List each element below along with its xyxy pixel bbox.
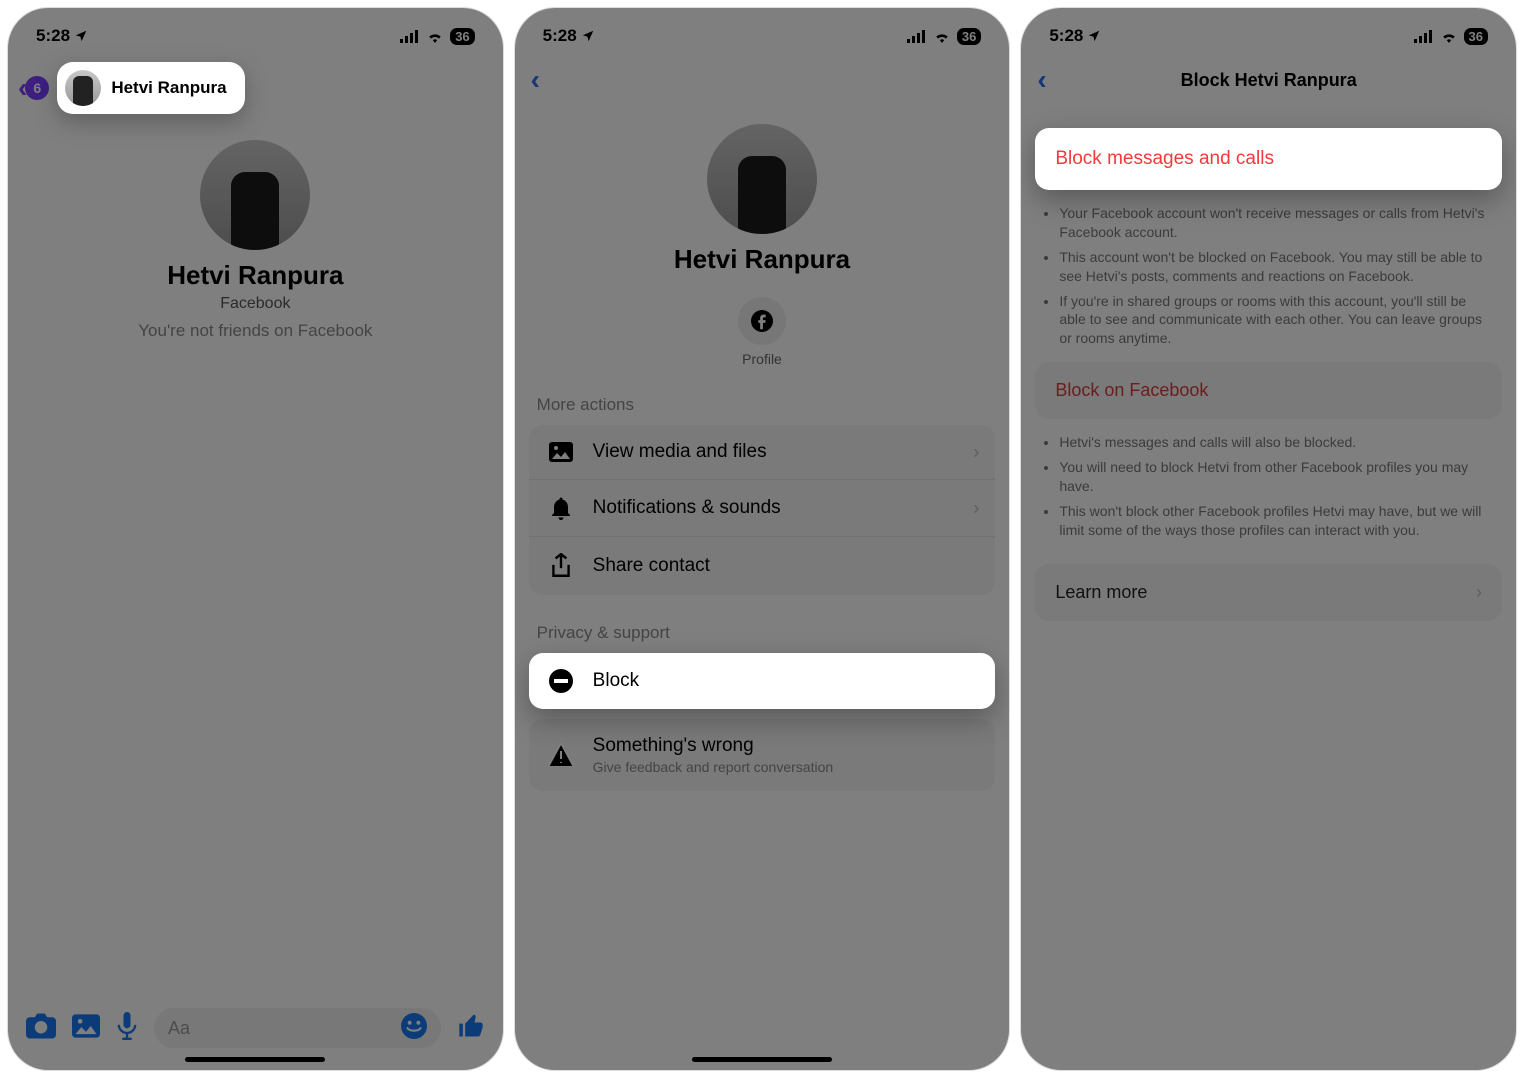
row-label: Block <box>593 670 639 692</box>
bell-icon <box>547 496 575 520</box>
contact-header-button[interactable]: Hetvi Ranpura <box>57 62 244 114</box>
back-icon[interactable]: ‹ <box>1037 64 1046 96</box>
learn-more-label: Learn more <box>1055 582 1147 603</box>
signal-icon <box>1414 30 1434 43</box>
contact-name: Hetvi Ranpura <box>111 78 226 98</box>
chat-navbar: ‹ 6 Hetvi Ranpura <box>8 56 503 120</box>
screen-block-options: 5:28 36 ‹ Block Hetvi Ranpura Block mess… <box>1021 8 1516 1070</box>
friend-status: You're not friends on Facebook <box>8 321 503 341</box>
row-label: Notifications & sounds <box>593 497 781 519</box>
chevron-right-icon: › <box>973 442 979 463</box>
chat-toolbar: Aa <box>8 1008 503 1048</box>
battery-indicator: 36 <box>450 28 474 45</box>
block-messages-label: Block messages and calls <box>1055 148 1274 169</box>
learn-more-button[interactable]: Learn more › <box>1035 564 1502 621</box>
emoji-icon[interactable] <box>401 1013 427 1044</box>
bullet-item: This account won't be blocked on Faceboo… <box>1059 248 1492 286</box>
input-placeholder: Aa <box>168 1018 190 1039</box>
section-privacy: Privacy & support <box>515 595 1010 653</box>
profile-name: Hetvi Ranpura <box>8 260 503 291</box>
battery-indicator: 36 <box>1464 28 1488 45</box>
chevron-right-icon: › <box>973 498 979 519</box>
message-input[interactable]: Aa <box>154 1008 441 1048</box>
privacy-card: Something's wrong Give feedback and repo… <box>529 719 996 791</box>
unread-badge: 6 <box>25 76 49 100</box>
avatar <box>65 70 101 106</box>
row-report[interactable]: Something's wrong Give feedback and repo… <box>529 719 996 791</box>
row-label: Share contact <box>593 555 710 577</box>
block-navbar: ‹ Block Hetvi Ranpura <box>1021 56 1516 104</box>
block-facebook-button[interactable]: Block on Facebook <box>1035 362 1502 419</box>
section-more-actions: More actions <box>515 367 1010 425</box>
wifi-icon <box>933 30 951 43</box>
status-time: 5:28 <box>1049 26 1083 46</box>
gallery-icon[interactable] <box>72 1014 100 1043</box>
bullet-item: If you're in shared groups or rooms with… <box>1059 292 1492 349</box>
row-notifications[interactable]: Notifications & sounds › <box>529 479 996 536</box>
status-bar: 5:28 36 <box>1021 8 1516 56</box>
screen-profile: 5:28 36 ‹ Hetvi Ranpura Profile More act… <box>515 8 1010 1070</box>
bullet-item: Hetvi's messages and calls will also be … <box>1059 433 1492 452</box>
back-icon[interactable]: ‹ <box>531 64 540 95</box>
block-messages-description: Your Facebook account won't receive mess… <box>1021 190 1516 348</box>
bullet-item: Your Facebook account won't receive mess… <box>1059 204 1492 242</box>
bullet-item: This won't block other Facebook profiles… <box>1059 502 1492 540</box>
home-indicator[interactable] <box>692 1057 832 1062</box>
location-icon <box>581 29 595 43</box>
warning-icon <box>547 743 575 767</box>
profile-chip-label: Profile <box>742 351 782 367</box>
status-time: 5:28 <box>543 26 577 46</box>
status-bar: 5:28 36 <box>515 8 1010 56</box>
block-messages-button[interactable]: Block messages and calls <box>1035 128 1502 190</box>
wifi-icon <box>426 30 444 43</box>
facebook-icon <box>738 297 786 345</box>
wifi-icon <box>1440 30 1458 43</box>
profile-navbar: ‹ <box>515 56 1010 104</box>
status-bar: 5:28 36 <box>8 8 503 56</box>
profile-name: Hetvi Ranpura <box>515 244 1010 275</box>
chevron-right-icon: › <box>1476 582 1482 603</box>
profile-source: Facebook <box>8 295 503 313</box>
battery-indicator: 36 <box>957 28 981 45</box>
camera-icon[interactable] <box>26 1013 56 1044</box>
block-facebook-label: Block on Facebook <box>1055 380 1208 400</box>
status-time: 5:28 <box>36 26 70 46</box>
screen-chat: 5:28 36 ‹ 6 Hetvi Ranpura Hetvi Ranpura … <box>8 8 503 1070</box>
avatar-large <box>200 140 310 250</box>
row-view-media[interactable]: View media and files › <box>529 425 996 479</box>
home-indicator[interactable] <box>185 1057 325 1062</box>
row-label: Something's wrong <box>593 735 833 757</box>
signal-icon <box>907 30 927 43</box>
location-icon <box>1087 29 1101 43</box>
block-facebook-description: Hetvi's messages and calls will also be … <box>1021 419 1516 539</box>
bullet-item: You will need to block Hetvi from other … <box>1059 458 1492 496</box>
page-title: Block Hetvi Ranpura <box>1021 70 1516 91</box>
row-block[interactable]: Block <box>529 653 996 709</box>
block-icon <box>547 669 575 693</box>
thumbs-up-icon[interactable] <box>457 1012 485 1045</box>
signal-icon <box>400 30 420 43</box>
row-label: View media and files <box>593 441 767 463</box>
avatar-large <box>707 124 817 234</box>
location-icon <box>74 29 88 43</box>
share-icon <box>547 553 575 579</box>
image-icon <box>547 442 575 462</box>
profile-link[interactable]: Profile <box>515 297 1010 367</box>
more-actions-card: View media and files › Notifications & s… <box>529 425 996 595</box>
row-share-contact[interactable]: Share contact <box>529 536 996 595</box>
row-sublabel: Give feedback and report conversation <box>593 759 833 775</box>
mic-icon[interactable] <box>116 1012 138 1045</box>
